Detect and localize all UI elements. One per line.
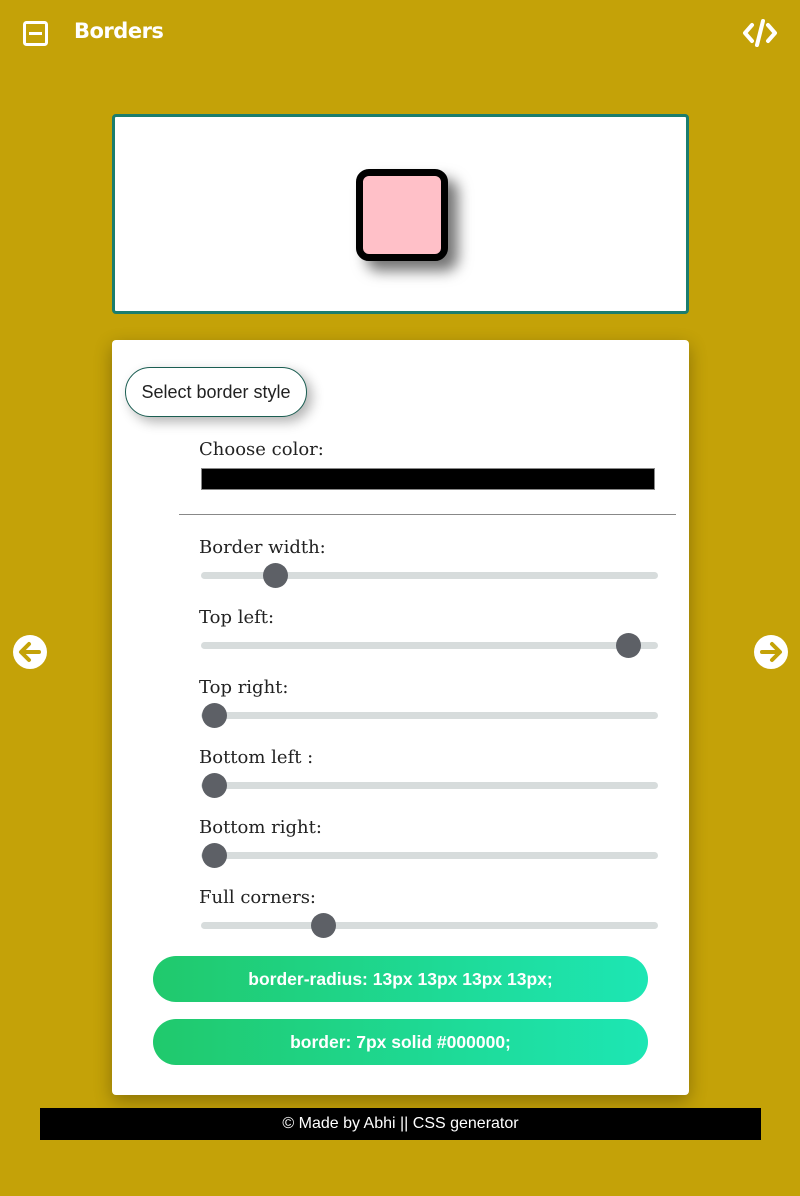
slider-label: Bottom left : [199, 747, 314, 768]
slider-track[interactable] [201, 703, 658, 728]
slider-track[interactable] [201, 633, 658, 658]
slider-thumb[interactable] [311, 913, 336, 938]
slider-label: Bottom right: [199, 817, 322, 838]
page-title: Borders [74, 19, 164, 43]
color-picker[interactable] [201, 468, 655, 490]
preview-box [112, 114, 689, 314]
divider [179, 514, 676, 515]
slider-label: Top right: [199, 677, 289, 698]
slider-thumb[interactable] [202, 703, 227, 728]
border-radius-code-button[interactable]: border-radius: 13px 13px 13px 13px; [153, 956, 648, 1002]
color-label: Choose color: [199, 439, 324, 460]
code-icon[interactable] [742, 18, 778, 48]
slider-track[interactable] [201, 913, 658, 938]
slider-label: Top left: [199, 607, 275, 628]
slider-label: Full corners: [199, 887, 316, 908]
slider-track[interactable] [201, 773, 658, 798]
footer: © Made by Abhi || CSS generator [40, 1108, 761, 1140]
arrow-right-circle-icon[interactable] [753, 634, 789, 670]
slider-thumb[interactable] [616, 633, 642, 658]
preview-shape [356, 169, 448, 261]
controls-panel: Select border style Choose color: border… [112, 340, 689, 1095]
minus-square-icon[interactable] [23, 21, 48, 46]
slider-track[interactable] [201, 843, 658, 868]
border-style-select[interactable]: Select border style [125, 367, 307, 417]
slider-label: Border width: [199, 537, 326, 558]
slider-thumb[interactable] [202, 773, 227, 798]
slider-thumb[interactable] [263, 563, 289, 588]
arrow-left-circle-icon[interactable] [12, 634, 48, 670]
slider-thumb[interactable] [202, 843, 227, 868]
top-bar: Borders [0, 0, 800, 68]
slider-track[interactable] [201, 563, 658, 588]
border-code-button[interactable]: border: 7px solid #000000; [153, 1019, 648, 1065]
